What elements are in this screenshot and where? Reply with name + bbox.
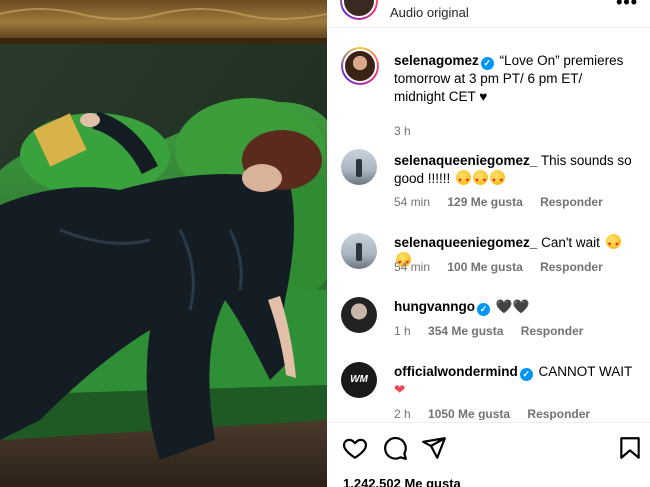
comment-likes[interactable]: 129 Me gusta — [447, 195, 522, 209]
avatar[interactable] — [341, 233, 377, 269]
comment-body: Can't wait — [541, 235, 600, 250]
caption-text: selenagomez ✓ “Love On” premieres tomorro… — [394, 52, 636, 106]
reply-button[interactable]: Responder — [540, 260, 603, 274]
avatar[interactable] — [341, 47, 379, 85]
share-send-icon[interactable] — [421, 435, 447, 461]
like-heart-icon[interactable] — [342, 435, 368, 461]
likes-count[interactable]: 1.242.502 Me gusta — [343, 476, 461, 487]
reply-button[interactable]: Responder — [527, 407, 590, 420]
comment-text: officialwondermind ✓ CANNOT WAIT ❤ — [394, 363, 636, 399]
heart-eyes-emoji-icon — [456, 170, 472, 190]
comment-username[interactable]: selenaqueeniegomez_ — [394, 153, 537, 168]
avatar[interactable] — [341, 149, 377, 185]
comment-likes[interactable]: 100 Me gusta — [447, 260, 522, 274]
comment-likes[interactable]: 354 Me gusta — [428, 324, 503, 338]
post-media[interactable] — [0, 0, 327, 487]
bookmark-icon[interactable] — [617, 435, 643, 461]
comment-body: CANNOT WAIT — [538, 364, 633, 379]
comments-list[interactable]: selenagomez ✓ “Love On” premieres tomorro… — [327, 34, 650, 420]
comment-text: selenaqueeniegomez_ This sounds so good … — [394, 152, 636, 190]
verified-badge-icon: ✓ — [477, 303, 490, 316]
comment-time[interactable]: 2 h — [394, 407, 411, 420]
comment-time[interactable]: 54 min — [394, 260, 430, 274]
heart-eyes-emoji-icon — [473, 170, 489, 190]
caption-username[interactable]: selenagomez — [394, 53, 479, 68]
audio-label[interactable]: Audio original — [390, 5, 469, 20]
comment-likes[interactable]: 1050 Me gusta — [428, 407, 510, 420]
avatar[interactable] — [341, 297, 377, 333]
caption-time[interactable]: 3 h — [394, 124, 411, 138]
post-header: Audio original ••• — [327, 0, 650, 28]
action-bar: 1.242.502 Me gusta — [327, 422, 650, 487]
heart-eyes-emoji-icon — [605, 234, 621, 254]
heart-eyes-emoji-icon — [490, 170, 506, 190]
painting-image — [0, 0, 327, 487]
comment-meta: 54 min 100 Me gusta Responder — [394, 260, 617, 274]
avatar[interactable]: WM — [341, 362, 377, 398]
comment-meta: 1 h 354 Me gusta Responder — [394, 324, 597, 338]
comment-username[interactable]: selenaqueeniegomez_ — [394, 235, 537, 250]
comment-bubble-icon[interactable] — [382, 435, 408, 461]
heart-emoji-icon: ❤ — [394, 382, 406, 397]
comment-username[interactable]: hungvanngo — [394, 299, 475, 314]
caption-meta: 3 h — [394, 124, 425, 138]
reply-button[interactable]: Responder — [521, 324, 584, 338]
comment-username[interactable]: officialwondermind — [394, 364, 518, 379]
verified-badge-icon: ✓ — [519, 368, 533, 381]
comment-meta: 2 h 1050 Me gusta Responder — [394, 407, 604, 420]
author-avatar[interactable] — [340, 0, 378, 20]
comment-time[interactable]: 1 h — [394, 324, 411, 338]
verified-badge-icon: ✓ — [480, 57, 494, 70]
comment-text: hungvanngo ✓ 🖤🖤 — [394, 298, 636, 316]
more-options-icon[interactable]: ••• — [616, 0, 638, 13]
comment-body: 🖤🖤 — [495, 299, 530, 314]
comment-meta: 54 min 129 Me gusta Responder — [394, 195, 617, 209]
comments-panel: Audio original ••• selenagomez ✓ “Love On… — [327, 0, 650, 487]
comment-time[interactable]: 54 min — [394, 195, 430, 209]
reply-button[interactable]: Responder — [540, 195, 603, 209]
